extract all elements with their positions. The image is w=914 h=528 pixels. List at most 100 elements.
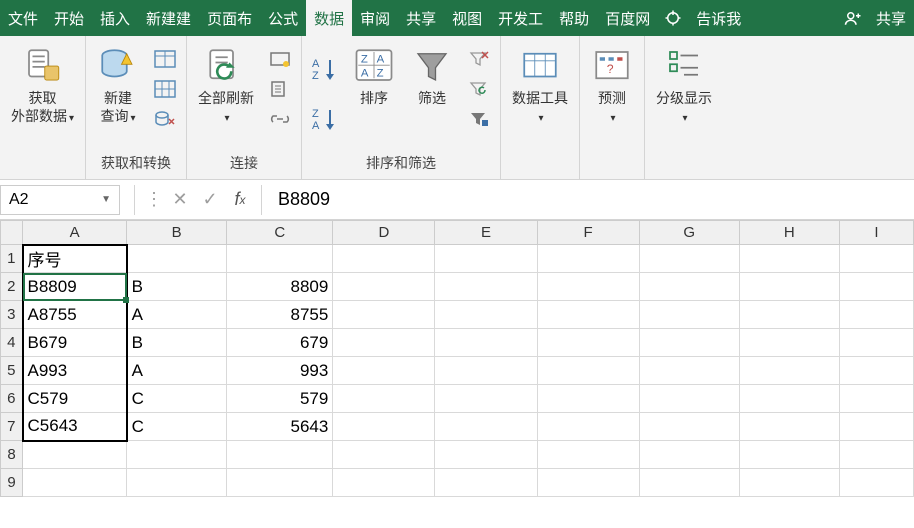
cell-H5[interactable] [739, 357, 839, 385]
cell-D4[interactable] [333, 329, 435, 357]
tab-pagelayout[interactable]: 页面布 [199, 0, 260, 36]
cell-I3[interactable] [839, 301, 913, 329]
col-header-A[interactable]: A [23, 221, 127, 245]
cell-G4[interactable] [639, 329, 739, 357]
cell-F4[interactable] [537, 329, 639, 357]
cell-H1[interactable] [739, 245, 839, 273]
col-header-C[interactable]: C [227, 221, 333, 245]
cell-B6[interactable]: C [127, 385, 227, 413]
cell-I2[interactable] [839, 273, 913, 301]
select-all-cell[interactable] [1, 221, 23, 245]
cell-B8[interactable] [127, 441, 227, 469]
cell-H3[interactable] [739, 301, 839, 329]
row-header-3[interactable]: 3 [1, 301, 23, 329]
formula-input[interactable] [268, 185, 914, 215]
col-header-B[interactable]: B [127, 221, 227, 245]
reapply-filter-button[interactable] [464, 76, 494, 102]
cell-D7[interactable] [333, 413, 435, 441]
forecast-button[interactable]: ? 预测▾ [586, 40, 638, 126]
cell-A4[interactable]: B679 [23, 329, 127, 357]
cell-C7[interactable]: 5643 [227, 413, 333, 441]
cell-B7[interactable]: C [127, 413, 227, 441]
cell-D1[interactable] [333, 245, 435, 273]
show-queries-button[interactable] [150, 46, 180, 72]
cell-E1[interactable] [435, 245, 537, 273]
edit-links-button[interactable] [265, 106, 295, 132]
cell-A2[interactable]: B8809 [23, 273, 127, 301]
tell-me-icon[interactable] [658, 0, 688, 36]
cell-C4[interactable]: 679 [227, 329, 333, 357]
cell-I7[interactable] [839, 413, 913, 441]
cell-D3[interactable] [333, 301, 435, 329]
row-header-6[interactable]: 6 [1, 385, 23, 413]
tab-help[interactable]: 帮助 [551, 0, 597, 36]
cancel-formula-button[interactable]: ✕ [165, 185, 195, 215]
cell-G8[interactable] [639, 441, 739, 469]
row-header-4[interactable]: 4 [1, 329, 23, 357]
cell-G3[interactable] [639, 301, 739, 329]
cell-H4[interactable] [739, 329, 839, 357]
cell-I9[interactable] [839, 469, 913, 497]
cell-G6[interactable] [639, 385, 739, 413]
cell-I1[interactable] [839, 245, 913, 273]
connections-button[interactable] [265, 46, 295, 72]
cell-F9[interactable] [537, 469, 639, 497]
cell-A6[interactable]: C579 [23, 385, 127, 413]
insert-function-button[interactable]: fx [225, 185, 255, 215]
row-header-5[interactable]: 5 [1, 357, 23, 385]
cell-E3[interactable] [435, 301, 537, 329]
outline-button[interactable]: 分级显示▾ [651, 40, 717, 126]
tell-me[interactable]: 告诉我 [688, 0, 749, 36]
cell-F3[interactable] [537, 301, 639, 329]
cell-G7[interactable] [639, 413, 739, 441]
tab-home[interactable]: 开始 [46, 0, 92, 36]
cell-E5[interactable] [435, 357, 537, 385]
cell-A9[interactable] [23, 469, 127, 497]
share-button[interactable]: 共享 [868, 0, 914, 36]
row-header-7[interactable]: 7 [1, 413, 23, 441]
col-header-D[interactable]: D [333, 221, 435, 245]
recent-sources-button[interactable] [150, 106, 180, 132]
cell-E2[interactable] [435, 273, 537, 301]
cell-A7[interactable]: C5643 [23, 413, 127, 441]
tab-review[interactable]: 审阅 [352, 0, 398, 36]
properties-button[interactable] [265, 76, 295, 102]
col-header-F[interactable]: F [537, 221, 639, 245]
fb-handle-icon[interactable]: ⋮ [141, 189, 165, 210]
tab-insert[interactable]: 插入 [92, 0, 138, 36]
cell-I5[interactable] [839, 357, 913, 385]
name-box-dropdown-icon[interactable]: ▼ [101, 194, 111, 205]
cell-A3[interactable]: A8755 [23, 301, 127, 329]
cell-A1[interactable]: 序号 [23, 245, 127, 273]
cell-B2[interactable]: B [127, 273, 227, 301]
cell-B5[interactable]: A [127, 357, 227, 385]
cell-G1[interactable] [639, 245, 739, 273]
cell-D5[interactable] [333, 357, 435, 385]
tab-data[interactable]: 数据 [306, 0, 352, 36]
sort-za-button[interactable]: ZA [308, 104, 342, 134]
row-header-9[interactable]: 9 [1, 469, 23, 497]
col-header-E[interactable]: E [435, 221, 537, 245]
tab-file[interactable]: 文件 [0, 0, 46, 36]
name-box[interactable]: A2 ▼ [0, 185, 120, 215]
cell-I4[interactable] [839, 329, 913, 357]
col-header-H[interactable]: H [739, 221, 839, 245]
tab-formulas[interactable]: 公式 [260, 0, 306, 36]
cell-H6[interactable] [739, 385, 839, 413]
refresh-all-button[interactable]: 全部刷新▾ [193, 40, 259, 126]
enter-formula-button[interactable]: ✓ [195, 185, 225, 215]
cell-E4[interactable] [435, 329, 537, 357]
cell-H8[interactable] [739, 441, 839, 469]
cell-H9[interactable] [739, 469, 839, 497]
cell-C5[interactable]: 993 [227, 357, 333, 385]
cell-E7[interactable] [435, 413, 537, 441]
cell-F8[interactable] [537, 441, 639, 469]
from-table-button[interactable] [150, 76, 180, 102]
cell-B9[interactable] [127, 469, 227, 497]
row-header-1[interactable]: 1 [1, 245, 23, 273]
cell-C8[interactable] [227, 441, 333, 469]
sort-button[interactable]: ZAAZ 排序 [348, 40, 400, 108]
tab-share[interactable]: 共享 [398, 0, 444, 36]
cell-F5[interactable] [537, 357, 639, 385]
get-external-data-button[interactable]: 获取 外部数据▾ [6, 40, 79, 126]
